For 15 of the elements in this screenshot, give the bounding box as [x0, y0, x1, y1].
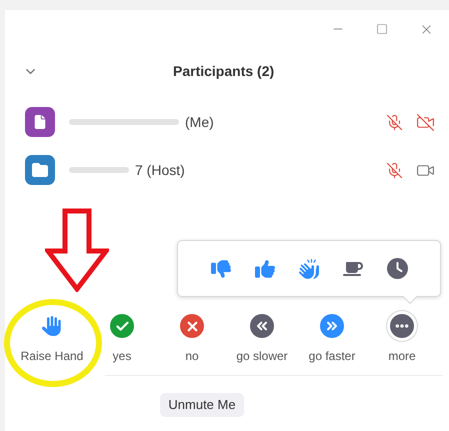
clock-icon[interactable] — [385, 256, 409, 280]
blurred-name — [69, 167, 129, 173]
participant-name: (Me) — [185, 112, 214, 132]
feedback-button[interactable]: yes — [87, 311, 157, 365]
participant-row[interactable]: 7 (Host) — [5, 155, 449, 185]
unmute-button[interactable]: Unmute Me — [160, 393, 244, 417]
feedback-button[interactable]: go faster — [297, 311, 367, 365]
feedback-button[interactable]: no — [157, 311, 227, 365]
participant-row[interactable]: (Me) — [5, 107, 449, 137]
participant-name: 7 (Host) — [135, 160, 185, 180]
panel-title: Participants (2) — [173, 62, 274, 81]
feedback-button[interactable]: more — [367, 311, 437, 365]
maximize-icon[interactable] — [376, 23, 388, 35]
feedback-button[interactable]: go slower — [227, 311, 297, 365]
clapping-hands-icon[interactable] — [297, 256, 321, 280]
